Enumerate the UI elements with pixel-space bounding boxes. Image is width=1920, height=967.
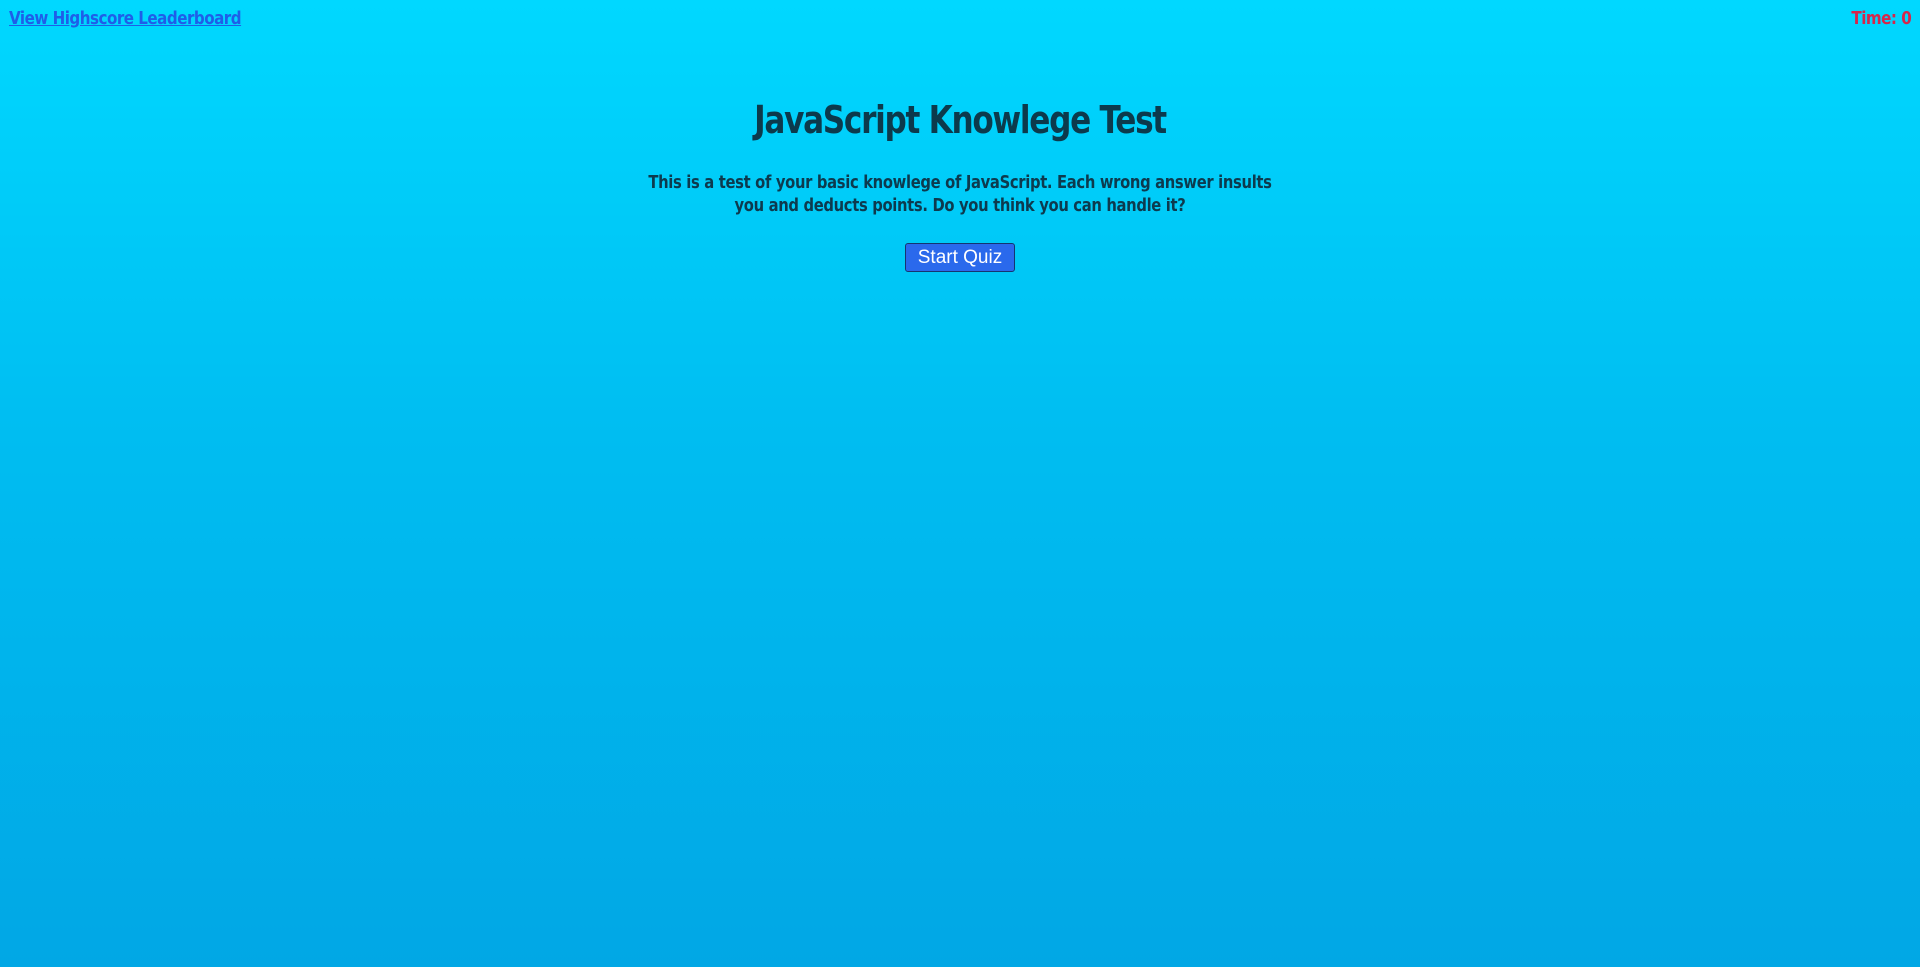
timer: Time: 0 xyxy=(1851,8,1911,29)
timer-value: 0 xyxy=(1900,8,1912,29)
timer-label: Time: xyxy=(1851,8,1897,29)
view-highscore-leaderboard-link[interactable]: View Highscore Leaderboard xyxy=(9,8,242,29)
quiz-description: This is a test of your basic knowlege of… xyxy=(648,172,1272,216)
start-quiz-button[interactable]: Start Quiz xyxy=(905,243,1015,272)
page-title: JavaScript Knowlege Test xyxy=(754,98,1167,142)
